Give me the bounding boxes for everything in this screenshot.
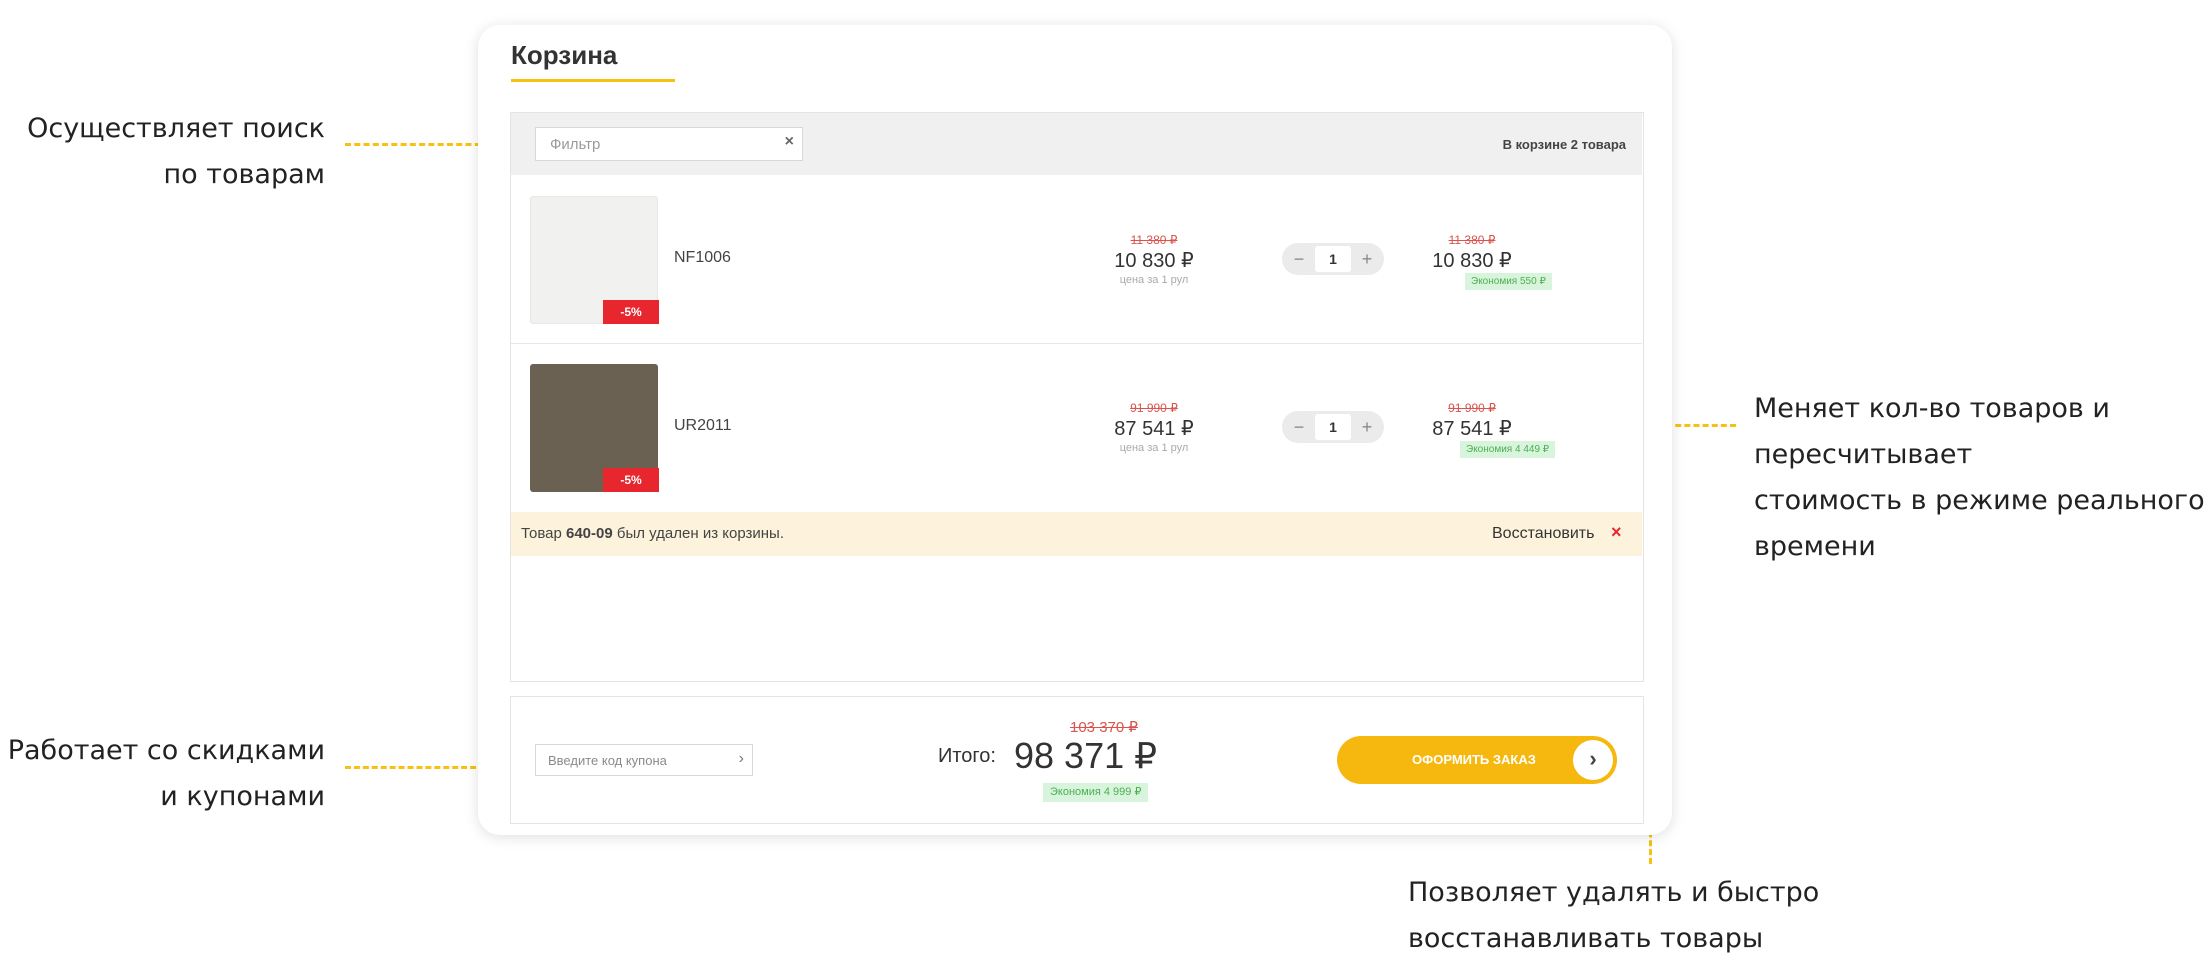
apply-coupon-icon[interactable]: › [739,750,744,768]
annotation-line: восстанавливать товары [1408,923,1764,954]
annotation-quantity: Меняет кол-во товаров и пересчитывает ст… [1754,386,2205,570]
quantity-stepper: − 1 + [1282,243,1384,275]
annotation-line: Работает со скидками [7,735,325,766]
checkout-button[interactable]: ОФОРМИТЬ ЗАКАЗ › [1337,736,1617,784]
increment-button[interactable]: + [1352,243,1382,275]
annotation-line: стоимость в режиме реального [1754,485,2205,516]
decrement-button[interactable]: − [1284,243,1314,275]
unit-note: цена за 1 рул [1119,442,1189,454]
connector-line [345,143,490,146]
annotation-line: по товарам [163,159,325,190]
removed-item-message: Товар 640-09 был удален из корзины. [521,525,784,542]
removed-item-code: 640-09 [566,525,613,542]
unit-price: 87 541 ₽ [1114,418,1194,440]
product-sku[interactable]: UR2011 [674,417,732,435]
increment-button[interactable]: + [1352,411,1382,443]
annotation-line: пересчитывает [1754,439,1973,470]
saving-badge: Экономия 4 449 ₽ [1460,441,1556,458]
removed-suffix: был удален из корзины. [612,525,784,542]
product-sku[interactable]: NF1006 [674,249,731,267]
decrement-button[interactable]: − [1284,411,1314,443]
order-total: 98 371 ₽ [1014,735,1158,776]
total-old-price: 11 380 ₽ [1448,233,1496,247]
total-saving-badge: Экономия 4 999 ₽ [1043,783,1149,802]
chevron-right-icon: › [1573,740,1613,780]
restore-button[interactable]: Восстановить [1492,525,1594,543]
coupon-input[interactable] [548,745,723,775]
discount-badge: -5% [603,468,659,492]
clear-filter-icon[interactable]: × [785,133,794,151]
dismiss-notice-icon[interactable]: × [1611,522,1622,543]
quantity-stepper: − 1 + [1282,411,1384,443]
total-old-price: 103 370 ₽ [1070,719,1138,736]
line-total: 87 541 ₽ [1432,418,1512,440]
cart-count-label: В корзине 2 товара [1502,137,1626,152]
annotation-line: и купонами [160,781,325,812]
filter-input[interactable] [550,128,770,160]
old-price: 11 380 ₽ [1130,233,1178,247]
old-price: 91 990 ₽ [1130,401,1178,415]
row-divider [511,343,1642,344]
checkout-label: ОФОРМИТЬ ЗАКАЗ [1412,752,1536,767]
unit-price: 10 830 ₽ [1114,250,1194,272]
cart-items-panel [510,112,1644,682]
annotation-coupons: Работает со скидками и купонами [8,728,325,820]
annotation-line: Осуществляет поиск [27,113,325,144]
annotation-restore: Позволяет удалять и быстро восстанавлива… [1408,870,1819,962]
filter-field[interactable]: × [535,127,803,161]
annotation-line: времени [1754,531,1876,562]
total-label: Итого: [938,745,996,767]
line-total: 10 830 ₽ [1432,250,1512,272]
annotation-search: Осуществляет поиск по товарам [27,106,325,198]
quantity-value[interactable]: 1 [1315,246,1351,272]
removed-prefix: Товар [521,525,566,542]
connector-line [345,766,485,769]
saving-badge: Экономия 550 ₽ [1465,273,1552,290]
page-title: Корзина [511,40,618,70]
total-old-price: 91 990 ₽ [1448,401,1496,415]
quantity-value[interactable]: 1 [1315,414,1351,440]
annotation-line: Меняет кол-во товаров и [1754,393,2110,424]
coupon-field[interactable]: › [535,744,753,776]
unit-note: цена за 1 рул [1119,274,1189,286]
discount-badge: -5% [603,300,659,324]
annotation-line: Позволяет удалять и быстро [1408,877,1820,908]
title-underline [511,79,675,82]
